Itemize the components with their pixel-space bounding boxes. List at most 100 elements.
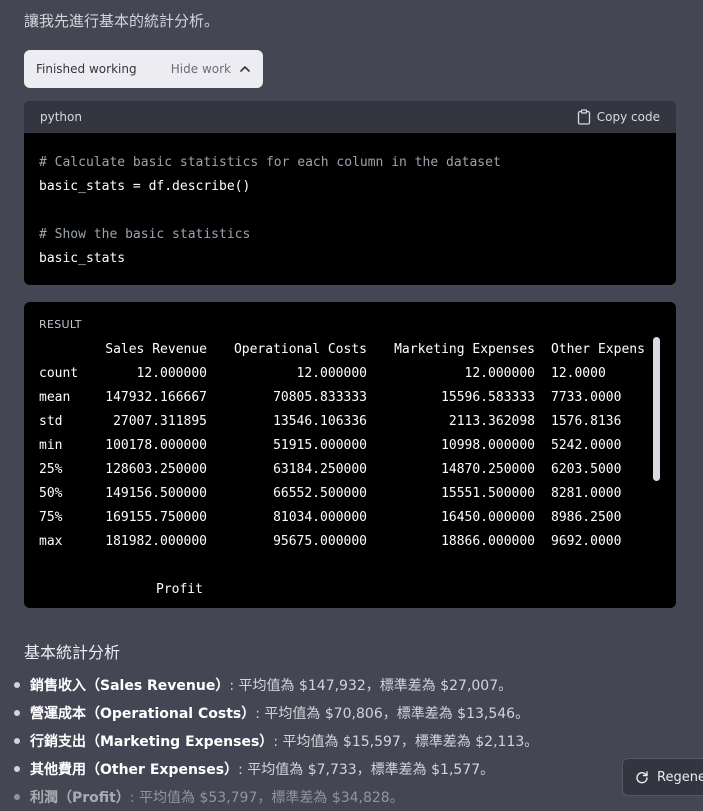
table-cell: 147932.166667 <box>105 390 207 405</box>
hide-work-button[interactable]: Hide work <box>171 62 231 76</box>
table-row: count 12.000000 12.000000 12.000000 12.0… <box>39 362 653 386</box>
row-label: 25% <box>39 462 63 477</box>
table-cell: 70805.833333 <box>273 390 367 405</box>
table-cell: 149156.500000 <box>105 486 207 501</box>
table-cell: 1576.8136 <box>551 414 622 429</box>
list-item: 營運成本（Operational Costs） : 平均值為 $70,806，標… <box>14 699 614 727</box>
item-text: : 平均值為 $53,797，標準差為 $34,828。 <box>129 790 404 806</box>
table-cell: 9692.0000 <box>551 534 622 549</box>
table-cell: 15551.500000 <box>441 486 535 501</box>
table-row: min 100178.000000 51915.000000 10998.000… <box>39 434 653 458</box>
item-bold-label: 其他費用（Other Expenses） <box>30 762 239 778</box>
copy-code-button[interactable]: Copy code <box>577 109 660 125</box>
work-status-label: Finished working <box>36 62 137 76</box>
result-table: Sales Revenue Operational Costs Marketin… <box>39 338 653 594</box>
table-cell: 51915.000000 <box>273 438 367 453</box>
item-bold-label: 行銷支出（Marketing Expenses） <box>30 734 274 750</box>
table-cell: 95675.000000 <box>273 534 367 549</box>
table-cell: 100178.000000 <box>105 438 207 453</box>
table-cell: 128603.250000 <box>105 462 207 477</box>
code-header: python Copy code <box>24 101 676 133</box>
item-bold-label: 銷售收入（Sales Revenue） <box>30 678 230 694</box>
code-line: basic_stats <box>39 251 126 266</box>
table-cell: 10998.000000 <box>441 438 535 453</box>
list-item: 行銷支出（Marketing Expenses） : 平均值為 $15,597，… <box>14 727 614 755</box>
summary-list: 銷售收入（Sales Revenue） : 平均值為 $147,932，標準差為… <box>14 671 614 811</box>
table-row: mean 147932.166667 70805.833333 15596.58… <box>39 386 653 410</box>
table-cell: 18866.000000 <box>441 534 535 549</box>
summary-title: 基本統計分析 <box>24 643 121 662</box>
table-cell: 8281.0000 <box>551 486 622 501</box>
regenerate-button[interactable]: Regene <box>622 758 703 796</box>
table-cell: 5242.0000 <box>551 438 622 453</box>
bullet-icon <box>14 682 20 688</box>
item-text: : 平均值為 $70,806，標準差為 $13,546。 <box>255 706 530 722</box>
code-block: python Copy code # Calculate basic stati… <box>24 101 676 285</box>
result-scrollbar[interactable] <box>653 337 660 481</box>
item-bold-label: 利潤（Profit） <box>30 790 130 806</box>
code-line: # Calculate basic statistics for each co… <box>39 155 501 170</box>
item-text: : 平均值為 $15,597，標準差為 $2,113。 <box>273 734 539 750</box>
clipboard-icon <box>577 109 590 125</box>
list-item: 利潤（Profit） : 平均值為 $53,797，標準差為 $34,828。 <box>14 783 614 811</box>
table-cell: 7733.0000 <box>551 390 622 405</box>
table-cell: 181982.000000 <box>105 534 207 549</box>
row-label: 75% <box>39 510 63 525</box>
table-cell: 27007.311895 <box>113 414 207 429</box>
table-cell: 63184.250000 <box>273 462 367 477</box>
table-cell: 16450.000000 <box>441 510 535 525</box>
bullet-icon <box>14 766 20 772</box>
header-cell: Sales Revenue <box>105 342 207 357</box>
table-cell: 12.0000 <box>551 366 606 381</box>
header-cell: Other Expens <box>551 342 645 357</box>
table-row: 50% 149156.500000 66552.500000 15551.500… <box>39 482 653 506</box>
row-label: max <box>39 534 63 549</box>
item-text: : 平均值為 $147,932，標準差為 $27,007。 <box>229 678 513 694</box>
bullet-icon <box>14 794 20 800</box>
code-line: # Show the basic statistics <box>39 227 251 242</box>
table-cell: 15596.583333 <box>441 390 535 405</box>
table-cell: 8986.2500 <box>551 510 622 525</box>
header-cell: Operational Costs <box>233 342 367 357</box>
code-body: # Calculate basic statistics for each co… <box>24 133 676 271</box>
table-cell: 13546.106336 <box>273 414 367 429</box>
table-cell: 14870.250000 <box>441 462 535 477</box>
bullet-icon <box>14 710 20 716</box>
regenerate-label: Regene <box>657 769 703 785</box>
table-cell: 6203.5000 <box>551 462 622 477</box>
result-label: RESULT <box>39 318 82 331</box>
code-language: python <box>40 110 82 124</box>
chat-response: 讓我先進行基本的統計分析。 Finished working Hide work… <box>0 0 703 811</box>
copy-code-label: Copy code <box>596 110 660 124</box>
code-line: basic_stats = df.describe() <box>39 179 251 194</box>
work-status-pill[interactable]: Finished working Hide work <box>24 50 263 88</box>
table-row: 25% 128603.250000 63184.250000 14870.250… <box>39 458 653 482</box>
table-cell: 12.000000 <box>296 366 367 381</box>
chevron-up-icon[interactable] <box>239 63 251 75</box>
table-row: 75% 169155.750000 81034.000000 16450.000… <box>39 506 653 530</box>
intro-text: 讓我先進行基本的統計分析。 <box>24 12 220 30</box>
table-cell: 169155.750000 <box>105 510 207 525</box>
table-cell: 66552.500000 <box>273 486 367 501</box>
row-label: std <box>39 414 63 429</box>
table-cell: 2113.362098 <box>448 414 535 429</box>
table-cell: 12.000000 <box>136 366 207 381</box>
result-block: RESULT Sales Revenue Operational Costs M… <box>24 302 676 608</box>
row-label: 50% <box>39 486 63 501</box>
refresh-icon <box>636 771 648 784</box>
bullet-icon <box>14 738 20 744</box>
row-label: min <box>39 438 63 453</box>
item-bold-label: 營運成本（Operational Costs） <box>30 706 256 722</box>
row-label: count <box>39 366 79 381</box>
table-cell: 12.000000 <box>464 366 535 381</box>
row-label: mean <box>39 390 71 405</box>
table-row: std 27007.311895 13546.106336 2113.36209… <box>39 410 653 434</box>
header-cell: Marketing Expenses <box>394 342 535 357</box>
header-cell: Profit <box>156 582 203 594</box>
table-row: max 181982.000000 95675.000000 18866.000… <box>39 530 653 554</box>
table-cell: 81034.000000 <box>273 510 367 525</box>
result-header-row: Sales Revenue Operational Costs Marketin… <box>39 338 653 362</box>
list-item: 銷售收入（Sales Revenue） : 平均值為 $147,932，標準差為… <box>14 671 614 699</box>
list-item: 其他費用（Other Expenses） : 平均值為 $7,733，標準差為 … <box>14 755 614 783</box>
